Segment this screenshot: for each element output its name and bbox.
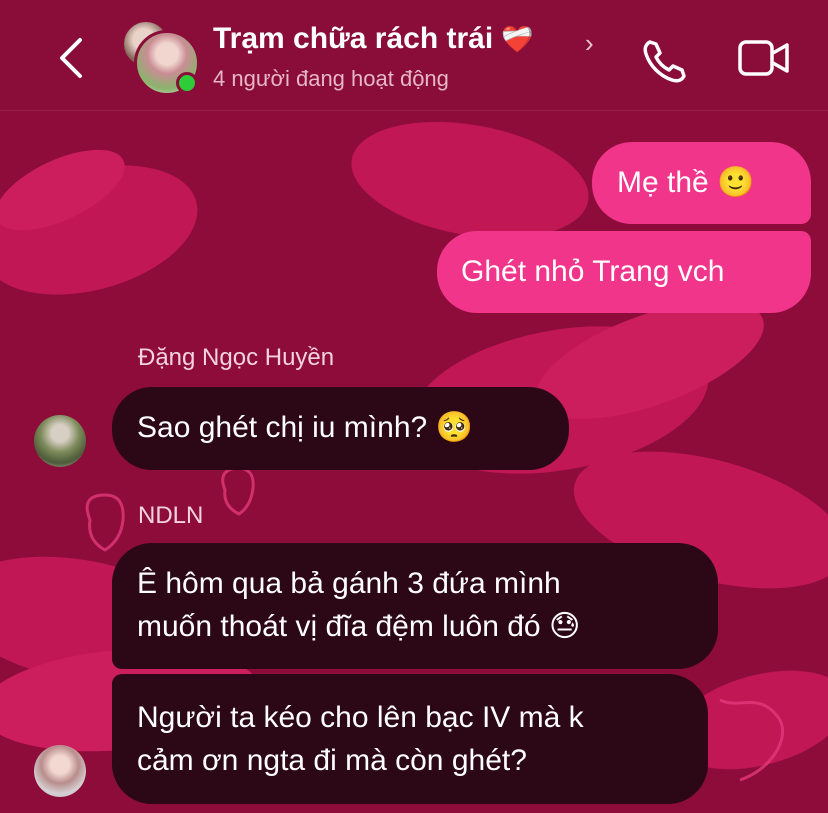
incoming-message[interactable]: Ê hôm qua bả gánh 3 đứa mình muốn thoát … — [112, 543, 718, 669]
call-button[interactable] — [640, 36, 688, 84]
active-status: 4 người đang hoạt động — [213, 66, 449, 91]
outgoing-message[interactable]: Ghét nhỏ Trang vch — [437, 231, 811, 313]
message-text: Ghét nhỏ Trang vch — [461, 255, 725, 288]
back-button[interactable] — [56, 36, 88, 80]
video-camera-icon — [738, 40, 789, 76]
outgoing-message[interactable]: Mẹ thề 🙂 — [592, 142, 811, 224]
sender-name: NDLN — [138, 502, 204, 529]
back-arrow-icon — [60, 38, 82, 78]
message-text: Sao ghét chị iu mình? — [137, 411, 436, 444]
chevron-right-icon[interactable]: › — [585, 28, 594, 59]
message-line: cảm ơn ngta đi mà còn ghét? — [137, 744, 527, 777]
message-line: Người ta kéo cho lên bạc IV mà k — [137, 701, 584, 734]
message-text: Mẹ thề — [617, 166, 718, 199]
message-line: muốn thoát vị đĩa đệm luôn đó — [137, 610, 549, 643]
chat-title[interactable]: Trạm chữa rách trái ❤️‍🩹 — [213, 22, 534, 56]
chat-title-text: Trạm chữa rách trái — [213, 22, 494, 55]
incoming-message[interactable]: Người ta kéo cho lên bạc IV mà k cảm ơn … — [112, 674, 708, 804]
message-line: Ê hôm qua bả gánh 3 đứa mình — [137, 567, 561, 600]
sender-name: Đặng Ngọc Huyền — [138, 344, 335, 371]
chat-header: Trạm chữa rách trái ❤️‍🩹 › 4 người đang h… — [0, 0, 828, 111]
avatar[interactable] — [34, 415, 86, 467]
smile-emoji: 🙂 — [717, 166, 755, 199]
sweat-emoji: 😓 — [548, 610, 581, 643]
pleading-face-emoji: 🥺 — [435, 411, 473, 444]
group-avatar[interactable] — [122, 20, 200, 96]
heart-bandage-emoji: ❤️‍🩹 — [501, 24, 534, 54]
incoming-message[interactable]: Sao ghét chị iu mình? 🥺 — [112, 387, 569, 470]
phone-icon — [643, 40, 686, 83]
online-indicator — [176, 72, 198, 94]
video-call-button[interactable] — [737, 36, 791, 82]
avatar[interactable] — [34, 745, 86, 797]
